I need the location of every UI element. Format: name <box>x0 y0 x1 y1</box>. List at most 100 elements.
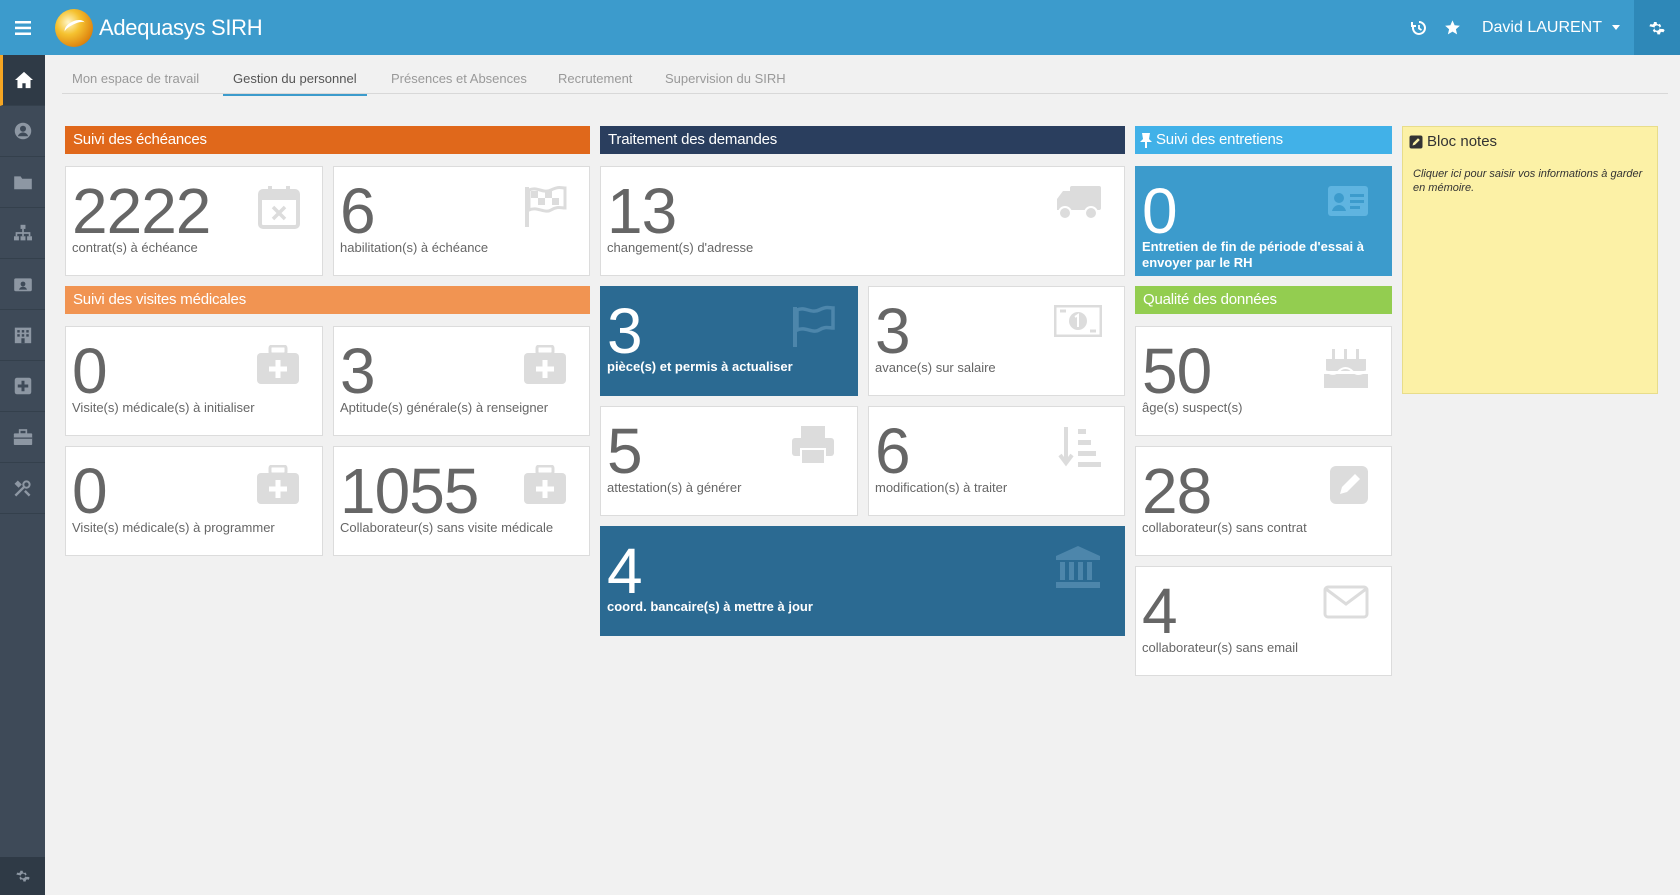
print-icon <box>792 426 834 465</box>
tile-attestations[interactable]: 5 attestation(s) à générer <box>600 406 858 516</box>
tile-label: changement(s) d'adresse <box>607 240 754 255</box>
tile-visites-programmer[interactable]: 0 Visite(s) médicale(s) à programmer <box>65 446 323 556</box>
truck-icon <box>1057 186 1101 220</box>
pushpin-icon <box>1140 133 1152 148</box>
tile-avances-salaire[interactable]: 3 avance(s) sur salaire <box>868 286 1125 396</box>
tile-coord-bancaires[interactable]: 4 coord. bancaire(s) à mettre à jour <box>600 526 1125 636</box>
tile-label: âge(s) suspect(s) <box>1142 400 1243 415</box>
tile-value: 6 <box>875 415 911 487</box>
pencil-square-icon <box>1330 466 1368 504</box>
app-logo <box>55 9 93 47</box>
sidebar-item-profile[interactable] <box>0 106 45 157</box>
history-icon <box>1410 20 1426 35</box>
sidebar-item-establishments[interactable] <box>0 310 45 361</box>
tile-changements-adresse[interactable]: 13 changement(s) d'adresse <box>600 166 1125 276</box>
tile-visites-initialiser[interactable]: 0 Visite(s) médicale(s) à initialiser <box>65 326 323 436</box>
gear-icon <box>1649 21 1665 34</box>
tab-presences-absences[interactable]: Présences et Absences <box>391 71 527 94</box>
tile-label: Entretien de fin de période d'essai à en… <box>1142 239 1364 270</box>
id-badge-icon <box>13 278 32 292</box>
sidebar-item-tools[interactable] <box>0 463 45 514</box>
tile-modifications[interactable]: 6 modification(s) à traiter <box>868 406 1125 516</box>
sidebar-item-documents[interactable] <box>0 157 45 208</box>
tile-value: 3 <box>875 295 911 367</box>
tile-value: 3 <box>607 295 643 367</box>
notes-input[interactable]: Cliquer ici pour saisir vos informations… <box>1413 167 1649 195</box>
section-header-echeances: Suivi des échéances <box>65 126 590 154</box>
tile-label: avance(s) sur salaire <box>875 360 996 375</box>
sitemap-icon <box>13 224 32 241</box>
tile-entretien-fin-essai[interactable]: 0 Entretien de fin de période d'essai à … <box>1135 166 1392 276</box>
tile-value: 3 <box>340 335 376 407</box>
sidebar-item-medical[interactable] <box>0 361 45 412</box>
star-icon <box>1445 20 1461 35</box>
tile-ages-suspects[interactable]: 50 âge(s) suspect(s) <box>1135 326 1392 436</box>
settings-button[interactable] <box>1634 0 1680 55</box>
tile-value: 0 <box>72 335 108 407</box>
folder-icon <box>13 176 32 190</box>
tile-value: 6 <box>340 175 376 247</box>
medkit-icon <box>257 345 299 384</box>
tile-sans-email[interactable]: 4 collaborateur(s) sans email <box>1135 566 1392 676</box>
tile-contrats-echeance[interactable]: 2222 contrat(s) à échéance <box>65 166 323 276</box>
tile-aptitudes-renseigner[interactable]: 3 Aptitude(s) générale(s) à renseigner <box>333 326 590 436</box>
tile-habilitations-echeance[interactable]: 6 habilitation(s) à échéance <box>333 166 590 276</box>
tile-value: 4 <box>1142 575 1178 647</box>
edit-icon <box>1409 135 1423 148</box>
user-circle-icon <box>14 122 31 140</box>
tile-value: 2222 <box>72 175 211 247</box>
birthday-cake-icon <box>1324 349 1368 388</box>
tile-value: 28 <box>1142 455 1212 527</box>
tile-label: collaborateur(s) sans email <box>1142 640 1299 655</box>
tile-label: modification(s) à traiter <box>875 480 1008 495</box>
sidebar <box>0 55 45 895</box>
envelope-icon <box>1323 585 1369 619</box>
tile-label: coord. bancaire(s) à mettre à jour <box>607 599 813 614</box>
notes-header: Bloc notes <box>1409 133 1497 150</box>
money-icon <box>1054 305 1102 337</box>
menu-toggle-button[interactable] <box>0 0 45 55</box>
history-button[interactable] <box>1402 0 1436 55</box>
tile-label: Aptitude(s) générale(s) à renseigner <box>340 400 549 415</box>
sidebar-item-home[interactable] <box>0 55 45 106</box>
tools-icon <box>14 479 31 496</box>
tile-value: 4 <box>607 535 643 607</box>
id-card-icon <box>1328 186 1368 216</box>
favorites-button[interactable] <box>1436 0 1470 55</box>
medical-icon <box>14 377 31 395</box>
tile-value: 0 <box>1142 175 1178 247</box>
section-header-entretiens: Suivi des entretiens <box>1135 126 1392 154</box>
hamburger-icon <box>14 20 31 35</box>
notes-panel[interactable]: Bloc notes Cliquer ici pour saisir vos i… <box>1402 126 1658 394</box>
tile-value: 50 <box>1142 335 1212 407</box>
medkit-icon <box>524 345 566 384</box>
tab-mon-espace[interactable]: Mon espace de travail <box>72 71 199 94</box>
briefcase-icon <box>13 428 32 445</box>
tab-recrutement[interactable]: Recrutement <box>558 71 632 94</box>
section-header-qualite: Qualité des données <box>1135 286 1392 314</box>
medkit-icon <box>524 465 566 504</box>
tile-value: 1055 <box>340 455 479 527</box>
notes-title: Bloc notes <box>1427 133 1498 150</box>
tab-gestion-personnel[interactable]: Gestion du personnel <box>223 71 367 96</box>
tile-pieces-permis[interactable]: 3 pièce(s) et permis à actualiser <box>600 286 858 396</box>
section-title: Suivi des entretiens <box>1156 131 1283 148</box>
tile-label: pièce(s) et permis à actualiser <box>607 359 793 374</box>
tile-sans-contrat[interactable]: 28 collaborateur(s) sans contrat <box>1135 446 1392 556</box>
sidebar-item-organization[interactable] <box>0 208 45 259</box>
user-menu[interactable]: David LAURENT <box>1482 19 1602 37</box>
tile-label: Collaborateur(s) sans visite médicale <box>340 520 554 535</box>
sidebar-item-badge[interactable] <box>0 259 45 310</box>
top-bar: Adequasys SIRH David LAURENT <box>0 0 1680 55</box>
sidebar-item-briefcase[interactable] <box>0 412 45 463</box>
sidebar-settings-button[interactable] <box>0 857 45 895</box>
tile-value: 5 <box>607 415 643 487</box>
flag-icon <box>793 305 835 347</box>
app-title: Adequasys SIRH <box>99 15 263 40</box>
tile-sans-visite-medicale[interactable]: 1055 Collaborateur(s) sans visite médica… <box>333 446 590 556</box>
tab-supervision[interactable]: Supervision du SIRH <box>665 71 786 94</box>
section-header-demandes: Traitement des demandes <box>600 126 1125 154</box>
gear-icon <box>15 870 30 882</box>
bank-icon <box>1056 546 1100 588</box>
brand[interactable]: Adequasys SIRH <box>55 8 263 48</box>
